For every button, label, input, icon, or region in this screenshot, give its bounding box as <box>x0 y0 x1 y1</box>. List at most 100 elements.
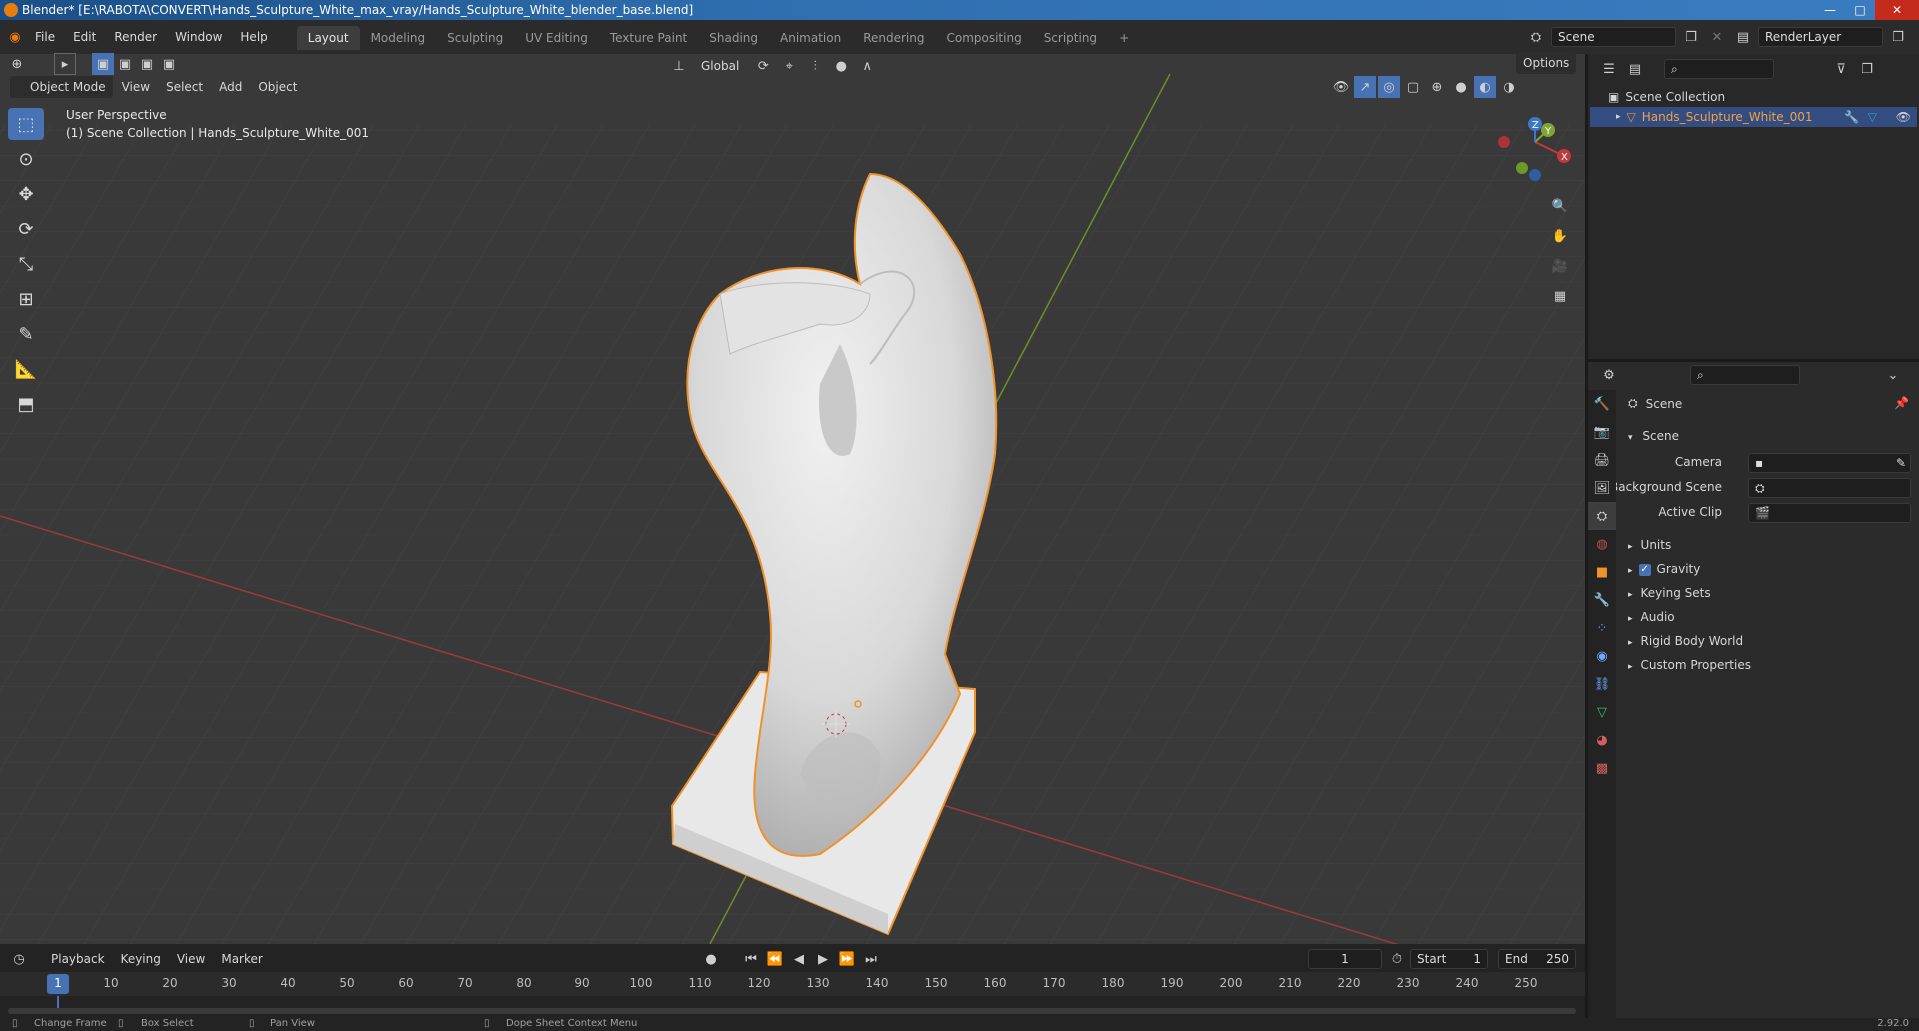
play-reverse-icon[interactable]: ◀ <box>788 948 810 970</box>
physics-tab-icon[interactable]: ◉ <box>1588 642 1616 670</box>
world-tab-icon[interactable]: ◍ <box>1588 530 1616 558</box>
menu-add[interactable]: Add <box>212 76 249 98</box>
render-tab-icon[interactable]: 📷 <box>1588 418 1616 446</box>
background-scene-field[interactable]: ⛭ <box>1748 478 1911 498</box>
timeline-scrollbar[interactable] <box>8 1008 1576 1014</box>
select-mode-invert-icon[interactable]: ▣ <box>158 53 180 75</box>
select-mode-new-icon[interactable]: ▣ <box>92 53 114 75</box>
mesh-data-icon[interactable]: ▽ <box>1868 110 1877 124</box>
end-frame-field[interactable]: End 250 <box>1498 949 1576 969</box>
tab-layout[interactable]: Layout <box>296 26 360 50</box>
properties-options-icon[interactable]: ⌄ <box>1882 364 1904 386</box>
tab-compositing[interactable]: Compositing <box>935 26 1032 50</box>
timeline-editor-type-icon[interactable]: ◷ <box>8 948 30 970</box>
renderlayer-name-field[interactable]: RenderLayer <box>1758 27 1883 47</box>
pan-hand-icon[interactable]: ✋ <box>1549 225 1571 247</box>
select-tool-icon[interactable]: ⬚ <box>8 108 44 140</box>
camera-view-icon[interactable]: 🎥 <box>1549 255 1571 277</box>
snap-icon[interactable]: ⌖ <box>778 55 800 77</box>
outliner-row-object[interactable]: ▸ ▽ Hands_Sculpture_White_001 🔧 ▽ 👁 <box>1590 107 1917 127</box>
constraints-tab-icon[interactable]: ⛓ <box>1588 670 1616 698</box>
add-workspace-button[interactable]: + <box>1108 26 1140 50</box>
panel-rigid-body-world[interactable]: ▸ Rigid Body World <box>1628 631 1743 651</box>
delete-renderlayer-icon[interactable]: ✕ <box>1913 26 1919 48</box>
outliner-search-input[interactable]: ⌕ <box>1664 59 1774 79</box>
material-tab-icon[interactable]: ◕ <box>1588 726 1616 754</box>
panel-custom-properties[interactable]: ▸ Custom Properties <box>1628 655 1751 675</box>
eyedropper-icon[interactable]: ✎ <box>1896 454 1906 472</box>
pin-icon[interactable]: 📌 <box>1894 396 1909 410</box>
material-shading-icon[interactable]: ◐ <box>1474 76 1496 98</box>
properties-editor[interactable]: ⚙ ⌕ ⌄ ⛭ Scene 📌 ▾ Scene Camera ▪ ✎ Backg… <box>1588 362 1919 1018</box>
active-clip-field[interactable]: 🎬 <box>1748 503 1911 523</box>
timeline-menu-view[interactable]: View <box>170 948 212 970</box>
scale-tool-icon[interactable]: ⤡ <box>8 248 44 280</box>
maximize-button[interactable]: □ <box>1845 0 1875 20</box>
panel-keying-sets[interactable]: ▸ Keying Sets <box>1628 583 1711 603</box>
menu-file[interactable]: File <box>26 20 64 54</box>
view-layer-tab-icon[interactable]: 🖼 <box>1588 474 1616 502</box>
filter-icon[interactable]: ⊽ <box>1830 58 1852 80</box>
select-mode-subtract-icon[interactable]: ▣ <box>136 53 158 75</box>
scene-name-field[interactable]: Scene <box>1551 27 1676 47</box>
tab-shading[interactable]: Shading <box>698 26 769 50</box>
menu-edit[interactable]: Edit <box>64 20 105 54</box>
mesh-data-tab-icon[interactable]: ▽ <box>1588 698 1616 726</box>
annotate-tool-icon[interactable]: ✎ <box>8 318 44 350</box>
jump-keyframe-back-icon[interactable]: ⏪ <box>764 948 786 970</box>
texture-tab-icon[interactable]: ▩ <box>1588 754 1616 782</box>
falloff-icon[interactable]: ∧ <box>856 55 878 77</box>
display-mode-icon[interactable]: ▤ <box>1624 58 1646 80</box>
ortho-grid-icon[interactable]: ▦ <box>1549 285 1571 307</box>
record-icon[interactable]: ● <box>700 948 722 970</box>
navigation-gizmo[interactable]: X Y Z <box>1490 110 1580 190</box>
tab-sculpting[interactable]: Sculpting <box>436 26 514 50</box>
close-button[interactable]: ✕ <box>1875 0 1919 20</box>
add-cube-tool-icon[interactable]: ⬒ <box>8 388 44 420</box>
start-frame-field[interactable]: Start 1 <box>1410 949 1488 969</box>
select-box-tool-icon[interactable]: ▸ <box>54 53 76 75</box>
timeline-menu-marker[interactable]: Marker <box>214 948 269 970</box>
current-frame-field[interactable]: 1 <box>1308 949 1382 969</box>
timeline-ruler[interactable]: 1 10 20 30 40 50 60 70 80 90 100 110 120… <box>0 972 1585 996</box>
pivot-point-icon[interactable]: ⟳ <box>752 55 774 77</box>
panel-units[interactable]: ▸ Units <box>1628 535 1671 555</box>
modifier-tab-icon[interactable]: 🔧 <box>1588 586 1616 614</box>
zoom-icon[interactable]: 🔍 <box>1549 195 1571 217</box>
preview-range-icon[interactable]: ⏱ <box>1386 948 1408 970</box>
panel-audio[interactable]: ▸ Audio <box>1628 607 1675 627</box>
menu-render[interactable]: Render <box>105 20 166 54</box>
scene-selector-icon[interactable]: ⛭ <box>1525 26 1547 48</box>
scene-tab-icon[interactable]: ⛭ <box>1588 502 1616 530</box>
overlay-toggle-icon[interactable]: ◎ <box>1378 76 1400 98</box>
new-renderlayer-icon[interactable]: ❐ <box>1887 26 1909 48</box>
play-icon[interactable]: ▶ <box>812 948 834 970</box>
visibility-eye-icon[interactable]: 👁 <box>1896 110 1911 124</box>
rotate-tool-icon[interactable]: ⟳ <box>8 213 44 245</box>
renderlayer-selector-icon[interactable]: ▤ <box>1732 26 1754 48</box>
tab-scripting[interactable]: Scripting <box>1033 26 1108 50</box>
tab-animation[interactable]: Animation <box>769 26 852 50</box>
measure-tool-icon[interactable]: 📐 <box>8 353 44 385</box>
menu-view[interactable]: View <box>115 76 157 98</box>
menu-help[interactable]: Help <box>231 20 276 54</box>
tab-texture-paint[interactable]: Texture Paint <box>599 26 698 50</box>
properties-editor-type-icon[interactable]: ⚙ <box>1598 364 1620 386</box>
move-tool-icon[interactable]: ✥ <box>8 178 44 210</box>
proportional-edit-icon[interactable]: ● <box>830 55 852 77</box>
visibility-icon[interactable]: 👁 <box>1330 76 1352 98</box>
jump-keyframe-forward-icon[interactable]: ⏩ <box>836 948 858 970</box>
gizmo-toggle-icon[interactable]: ↗ <box>1354 76 1376 98</box>
outliner-editor-type-icon[interactable]: ☰ <box>1598 58 1620 80</box>
menu-window[interactable]: Window <box>166 20 231 54</box>
select-mode-extend-icon[interactable]: ▣ <box>114 53 136 75</box>
menu-object[interactable]: Object <box>251 76 304 98</box>
timeline-menu-playback[interactable]: Playback <box>44 948 112 970</box>
camera-field[interactable]: ▪ ✎ <box>1748 453 1911 473</box>
particles-tab-icon[interactable]: ⁘ <box>1588 614 1616 642</box>
rendered-shading-icon[interactable]: ◑ <box>1498 76 1520 98</box>
mode-dropdown[interactable]: Object Mode <box>10 76 113 98</box>
delete-scene-icon[interactable]: ✕ <box>1706 26 1728 48</box>
outliner-row-scene-collection[interactable]: ▣ Scene Collection <box>1608 87 1725 107</box>
properties-search-input[interactable]: ⌕ <box>1690 365 1800 385</box>
